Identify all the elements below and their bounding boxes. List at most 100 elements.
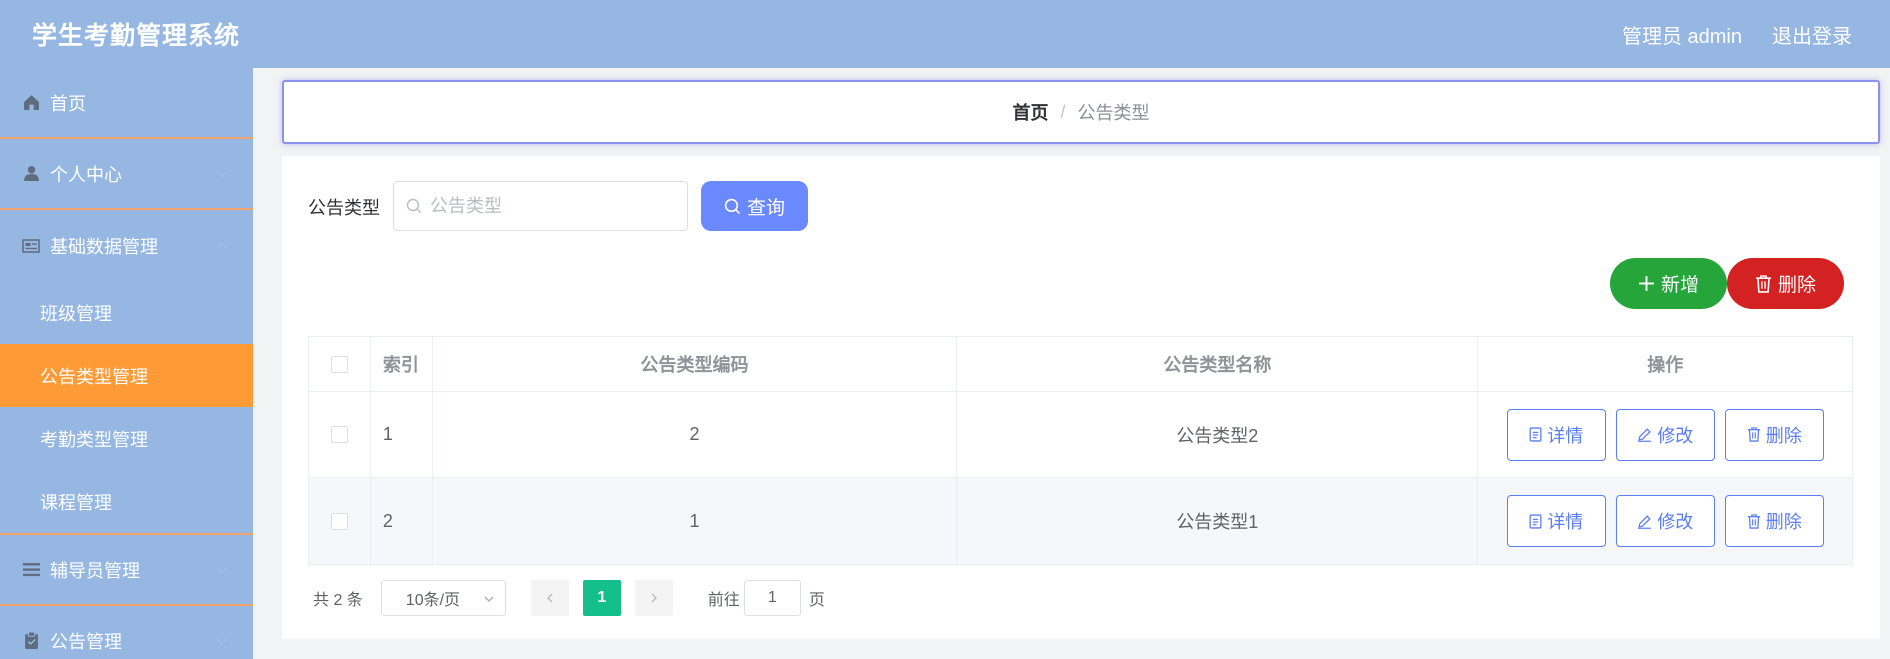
chevron-down-icon — [484, 596, 494, 602]
notice-type-table: 索引 公告类型编码 公告类型名称 操作 1 2 公告类型2 详情 修改 删除 2… — [308, 336, 1853, 565]
trash-icon — [1747, 427, 1760, 442]
pagination: 共 2 条 10条/页 1 前往 1 页 — [313, 580, 825, 616]
sidebar-item-profile[interactable]: 个人中心 — [0, 139, 253, 210]
row-code: 2 — [433, 392, 958, 477]
search-label: 公告类型 — [308, 198, 380, 218]
chevron-down-icon — [216, 637, 228, 644]
table-row: 2 1 公告类型1 详情 修改 删除 — [309, 478, 1852, 564]
row-index: 2 — [371, 478, 433, 564]
add-button[interactable]: 新增 — [1610, 258, 1727, 309]
sidebar-item-counselor[interactable]: 辅导员管理 — [0, 535, 253, 606]
delete-button-label: 删除 — [1765, 512, 1802, 532]
app-title: 学生考勤管理系统 — [32, 22, 241, 50]
chevron-down-icon — [216, 170, 228, 177]
select-all-checkbox[interactable] — [330, 355, 348, 373]
top-header: 学生考勤管理系统 管理员 admin 退出登录 — [0, 0, 1890, 68]
header-checkbox-cell — [309, 337, 371, 391]
main-panel: 公告类型 查询 新增 删除 索引 公告类型编码 公告类型名称 操作 1 2 公告… — [282, 156, 1880, 639]
chevron-down-icon — [216, 566, 228, 573]
edit-button-label: 修改 — [1657, 512, 1694, 532]
page-size-select[interactable]: 10条/页 — [380, 580, 506, 616]
delete-button[interactable]: 删除 — [1724, 495, 1824, 547]
search-icon — [406, 198, 421, 213]
table-header: 索引 公告类型编码 公告类型名称 操作 — [309, 337, 1852, 392]
detail-button-label: 详情 — [1547, 512, 1584, 532]
goto-label: 前往 — [707, 592, 740, 609]
list-icon — [22, 561, 40, 579]
column-header-name: 公告类型名称 — [957, 337, 1479, 391]
delete-button-label: 删除 — [1765, 425, 1802, 446]
breadcrumb: 首页 / 公告类型 — [282, 80, 1880, 144]
sidebar-item-course-management[interactable]: 课程管理 — [0, 470, 253, 533]
row-operations: 详情 修改 删除 — [1478, 478, 1852, 564]
row-name: 公告类型2 — [957, 392, 1479, 477]
sidebar-item-notice[interactable]: 公告管理 — [0, 606, 253, 659]
batch-delete-button-label: 删除 — [1777, 275, 1816, 296]
clipboard-icon — [22, 632, 40, 650]
query-button[interactable]: 查询 — [701, 181, 808, 231]
add-button-label: 新增 — [1660, 275, 1699, 296]
search-icon — [724, 198, 740, 214]
next-page-button[interactable] — [634, 580, 673, 616]
column-header-operations: 操作 — [1647, 355, 1684, 375]
page-size-value: 10条/页 — [405, 592, 461, 609]
row-operations: 详情 修改 删除 — [1478, 392, 1852, 477]
goto-suffix: 页 — [808, 592, 825, 609]
query-button-label: 查询 — [746, 197, 785, 219]
row-code: 1 — [433, 478, 958, 564]
delete-button[interactable]: 删除 — [1724, 408, 1824, 461]
edit-icon — [1638, 428, 1652, 442]
breadcrumb-current: 公告类型 — [1077, 103, 1150, 123]
table-row: 1 2 公告类型2 详情 修改 删除 — [309, 392, 1852, 478]
trash-icon — [1747, 513, 1760, 529]
detail-button[interactable]: 详情 — [1506, 408, 1606, 461]
page-number-current[interactable]: 1 — [582, 580, 621, 616]
row-checkbox[interactable] — [330, 512, 348, 530]
row-checkbox-cell — [309, 478, 371, 564]
sidebar: 首页 个人中心 基础数据管理 班级管理 公告类型管理 考勤类型管理 课程管理 辅… — [0, 68, 253, 659]
edit-button[interactable]: 修改 — [1615, 408, 1715, 461]
row-index: 1 — [371, 392, 433, 477]
batch-delete-button[interactable]: 删除 — [1727, 258, 1844, 309]
chevron-right-icon — [651, 593, 657, 603]
chevron-left-icon — [546, 593, 553, 603]
column-header-code: 公告类型编码 — [433, 337, 958, 391]
pagination-total: 共 2 条 — [313, 592, 363, 609]
breadcrumb-home[interactable]: 首页 — [1012, 99, 1048, 125]
sidebar-item-label: 公告管理 — [50, 631, 122, 652]
row-checkbox-cell — [309, 392, 371, 477]
current-user: 管理员 admin — [1621, 25, 1742, 48]
goto-page-input[interactable]: 1 — [743, 580, 801, 616]
sidebar-item-label: 基础数据管理 — [50, 236, 158, 257]
sidebar-item-notice-type-management[interactable]: 公告类型管理 — [0, 344, 253, 407]
submenu-basic-data: 班级管理 公告类型管理 考勤类型管理 课程管理 — [0, 281, 253, 535]
logout-link[interactable]: 退出登录 — [1772, 20, 1852, 49]
sidebar-item-home[interactable]: 首页 — [0, 68, 253, 139]
trash-icon — [1756, 274, 1771, 293]
breadcrumb-separator: / — [1060, 101, 1066, 122]
edit-icon — [1638, 514, 1652, 529]
sidebar-item-attendance-type-management[interactable]: 考勤类型管理 — [0, 407, 253, 470]
home-icon — [22, 94, 40, 112]
document-icon — [1529, 513, 1542, 529]
prev-page-button[interactable] — [530, 580, 569, 616]
sidebar-item-class-management[interactable]: 班级管理 — [0, 281, 253, 344]
search-field[interactable] — [393, 181, 688, 231]
sidebar-item-basic-data[interactable]: 基础数据管理 — [0, 210, 253, 281]
document-icon — [1529, 427, 1542, 442]
header-user-area: 管理员 admin 退出登录 — [1622, 0, 1852, 68]
plus-icon — [1639, 276, 1654, 291]
sidebar-item-label: 辅导员管理 — [50, 560, 140, 581]
edit-button-label: 修改 — [1657, 425, 1694, 446]
detail-button[interactable]: 详情 — [1506, 495, 1606, 547]
search-input[interactable] — [430, 195, 670, 217]
column-header-index: 索引 — [371, 337, 433, 391]
row-checkbox[interactable] — [330, 426, 348, 443]
sidebar-item-label: 首页 — [50, 93, 86, 114]
user-icon — [22, 165, 40, 183]
row-name: 公告类型1 — [957, 478, 1479, 564]
chevron-up-icon — [216, 242, 228, 249]
edit-button[interactable]: 修改 — [1615, 495, 1715, 547]
sidebar-item-label: 个人中心 — [50, 164, 122, 185]
detail-button-label: 详情 — [1547, 425, 1584, 446]
